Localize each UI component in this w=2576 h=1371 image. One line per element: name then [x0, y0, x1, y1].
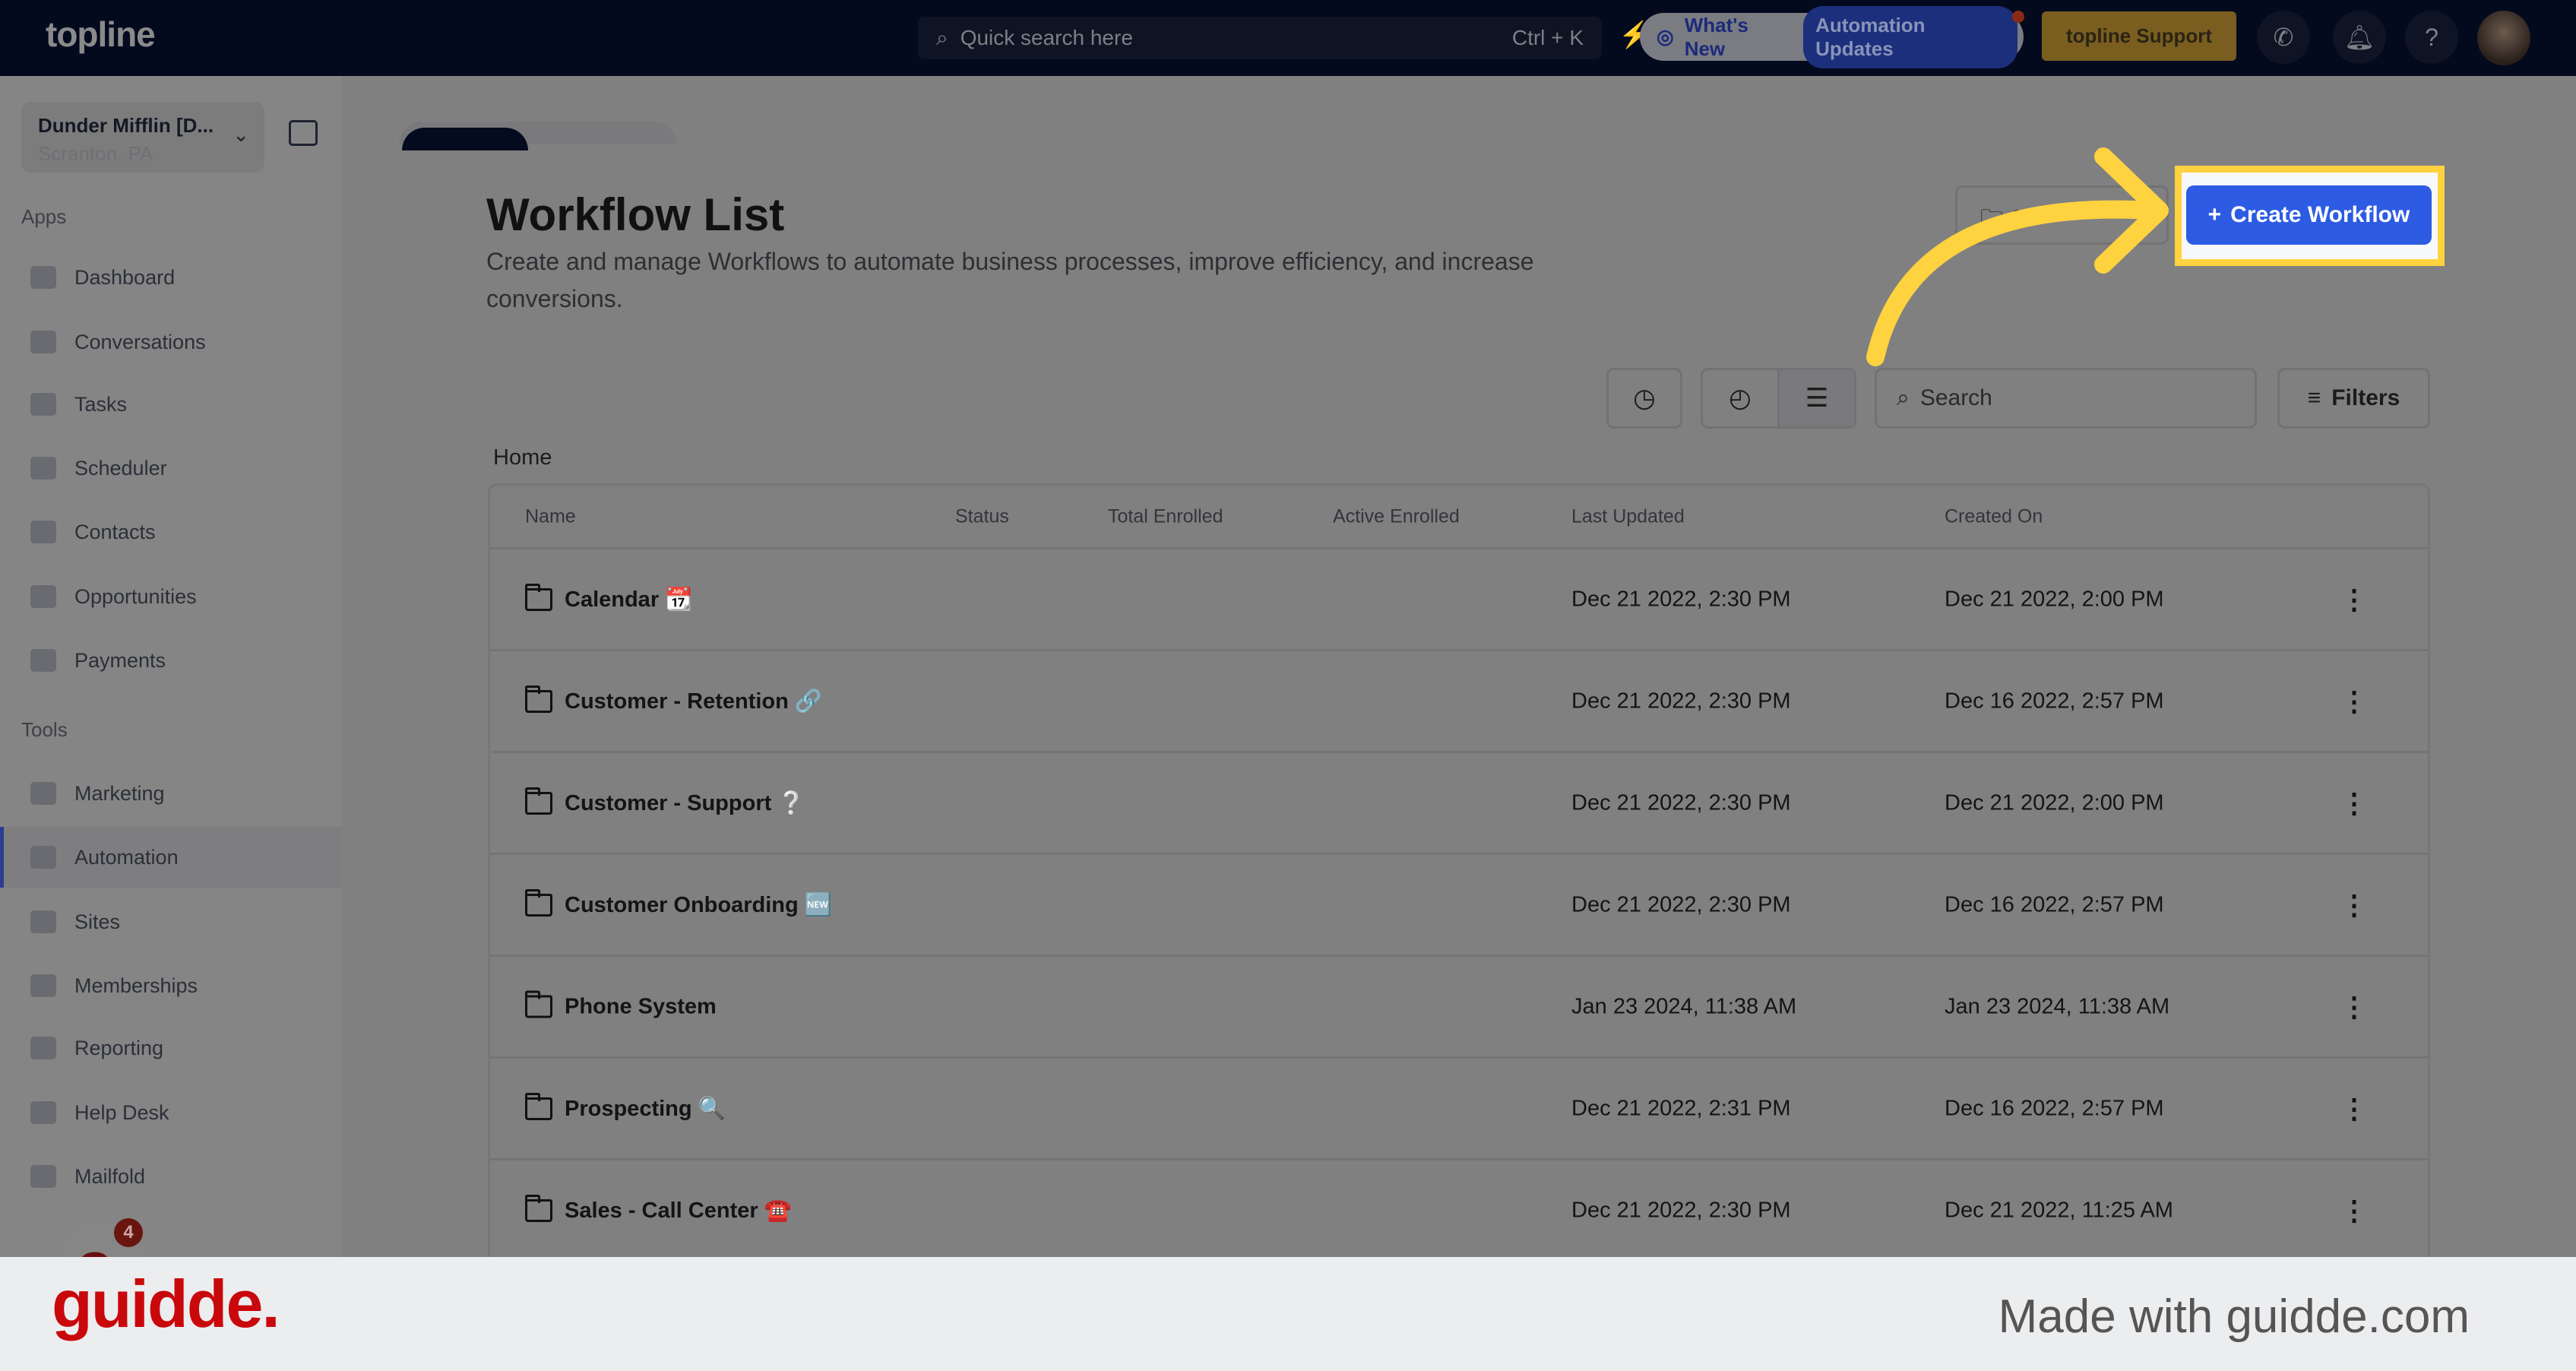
column-header-name[interactable]: Name: [525, 505, 576, 527]
created-on-cell: Dec 21 2022, 2:00 PM: [1945, 587, 2164, 611]
workflow-search-input[interactable]: ⌕ Search: [1875, 368, 2257, 429]
arrow-shaft: [1866, 200, 2160, 366]
created-on-cell: Dec 16 2022, 2:57 PM: [1945, 892, 2164, 917]
column-header-last-updated[interactable]: Last Updated: [1571, 505, 1685, 527]
workflow-folder-name[interactable]: Customer - Retention 🔗: [525, 685, 823, 714]
history-button[interactable]: ◷: [1606, 368, 1682, 429]
column-header-created-on[interactable]: Created On: [1945, 505, 2043, 527]
more-options-icon[interactable]: ⋮: [2340, 991, 2368, 1023]
search-placeholder: Search: [1919, 385, 1992, 410]
workflow-folder-name[interactable]: Phone System: [525, 990, 717, 1019]
column-header-active-enrolled[interactable]: Active Enrolled: [1333, 505, 1460, 527]
last-updated-cell: Dec 21 2022, 2:31 PM: [1571, 1096, 1791, 1120]
table-row[interactable]: Customer Onboarding 🆕 Dec 21 2022, 2:30 P…: [490, 855, 2428, 957]
folder-name-text: Prospecting 🔍: [565, 1096, 726, 1121]
column-header-status[interactable]: Status: [955, 505, 1009, 527]
workflow-folder-name[interactable]: Prospecting 🔍: [525, 1092, 726, 1122]
more-options-icon[interactable]: ⋮: [2340, 889, 2368, 921]
more-options-icon[interactable]: ⋮: [2340, 686, 2368, 717]
folder-icon: [525, 685, 552, 713]
last-updated-cell: Jan 23 2024, 11:38 AM: [1571, 994, 1797, 1018]
folder-icon: [525, 583, 552, 611]
more-options-icon[interactable]: ⋮: [2340, 1093, 2368, 1125]
column-header-total-enrolled[interactable]: Total Enrolled: [1108, 505, 1223, 527]
workflow-folder-name[interactable]: Customer Onboarding 🆕: [525, 888, 832, 918]
folder-name-text: Sales - Call Center ☎️: [565, 1198, 792, 1223]
table-row[interactable]: Prospecting 🔍 Dec 21 2022, 2:31 PM Dec 16 …: [490, 1059, 2428, 1160]
last-updated-cell: Dec 21 2022, 2:30 PM: [1571, 689, 1791, 713]
table-row[interactable]: Calendar 📆 Dec 21 2022, 2:30 PM Dec 21 202…: [490, 549, 2428, 651]
folder-name-text: Customer Onboarding 🆕: [565, 892, 832, 917]
guidde-logo: guidde.: [52, 1266, 280, 1341]
folder-icon: [525, 1092, 552, 1120]
list-icon: ☰: [1805, 384, 1829, 413]
created-on-cell: Dec 21 2022, 11:25 AM: [1945, 1198, 2173, 1222]
workflow-folder-name[interactable]: Calendar 📆: [525, 583, 693, 613]
table-row[interactable]: Phone System Jan 23 2024, 11:38 AM Jan 23 …: [490, 957, 2428, 1059]
folder-icon: [525, 787, 552, 815]
more-options-icon[interactable]: ⋮: [2340, 1195, 2368, 1227]
folder-name-text: Customer - Support ❔: [565, 790, 805, 815]
table-header: Name Status Total Enrolled Active Enroll…: [490, 486, 2428, 549]
breadcrumb[interactable]: Home: [493, 445, 552, 470]
table-row[interactable]: Customer - Support ❔ Dec 21 2022, 2:30 PM…: [490, 753, 2428, 855]
search-icon: ⌕: [1897, 385, 1910, 410]
folder-icon: [525, 990, 552, 1018]
history-icon: ◷: [1633, 384, 1656, 413]
made-with-text: Made with guidde.com: [1998, 1290, 2470, 1343]
created-on-cell: Dec 16 2022, 2:57 PM: [1945, 1096, 2164, 1120]
filter-icon: ≡: [2307, 385, 2321, 410]
workflow-table: Name Status Total Enrolled Active Enroll…: [488, 483, 2430, 1319]
more-options-icon[interactable]: ⋮: [2340, 584, 2368, 616]
folder-name-text: Phone System: [565, 994, 717, 1018]
last-updated-cell: Dec 21 2022, 2:30 PM: [1571, 587, 1791, 611]
filters-label: Filters: [2331, 385, 2400, 410]
list-view-button[interactable]: ☰: [1780, 370, 1854, 426]
last-updated-cell: Dec 21 2022, 2:30 PM: [1571, 1198, 1791, 1222]
view-toggle: ◴ ☰: [1701, 368, 1856, 429]
table-row[interactable]: Customer - Retention 🔗 Dec 21 2022, 2:30 …: [490, 651, 2428, 753]
folder-name-text: Customer - Retention 🔗: [565, 689, 823, 714]
folder-icon: [525, 1194, 552, 1222]
last-updated-cell: Dec 21 2022, 2:30 PM: [1571, 892, 1791, 917]
created-on-cell: Jan 23 2024, 11:38 AM: [1945, 994, 2170, 1018]
created-on-cell: Dec 21 2022, 2:00 PM: [1945, 790, 2164, 815]
last-updated-cell: Dec 21 2022, 2:30 PM: [1571, 790, 1791, 815]
workflow-folder-name[interactable]: Sales - Call Center ☎️: [525, 1194, 792, 1224]
more-options-icon[interactable]: ⋮: [2340, 787, 2368, 819]
clock-icon: ◴: [1729, 384, 1752, 413]
table-row[interactable]: Sales - Call Center ☎️ Dec 21 2022, 2:30 …: [490, 1160, 2428, 1262]
created-on-cell: Dec 16 2022, 2:57 PM: [1945, 689, 2164, 713]
folder-icon: [525, 888, 552, 917]
clock-view-button[interactable]: ◴: [1703, 370, 1780, 426]
workflow-folder-name[interactable]: Customer - Support ❔: [525, 787, 805, 816]
filters-button[interactable]: ≡ Filters: [2277, 368, 2430, 429]
folder-name-text: Calendar 📆: [565, 587, 693, 612]
